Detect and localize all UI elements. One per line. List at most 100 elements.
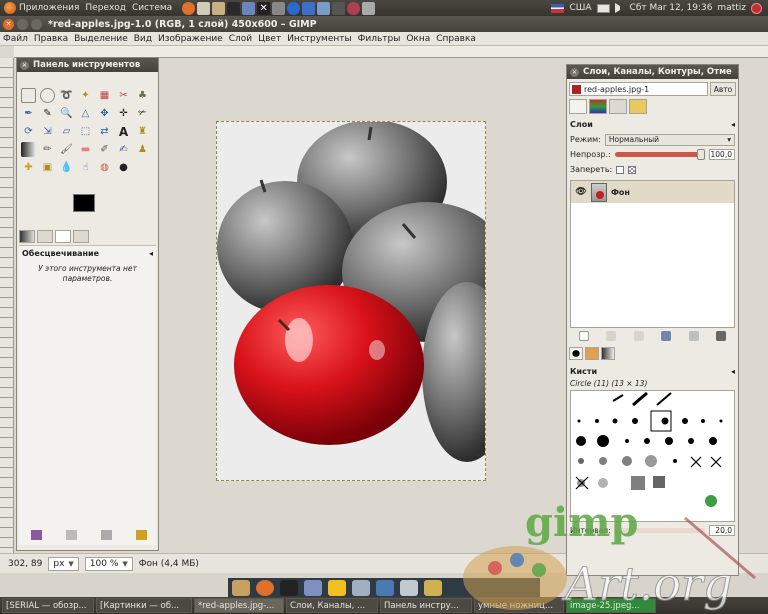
pencil-icon[interactable]: ✏ — [40, 142, 55, 157]
layer-row[interactable]: 👁 Фон — [571, 181, 734, 203]
wine-icon[interactable] — [332, 1, 346, 15]
menu-system[interactable]: Система — [132, 3, 172, 13]
fuzzy-select-icon[interactable]: ✦ — [78, 88, 93, 103]
tab-brushes[interactable] — [569, 347, 583, 360]
lasso-icon[interactable]: ➰ — [59, 88, 74, 103]
firefox-icon[interactable] — [256, 580, 274, 596]
delete-layer-icon[interactable] — [716, 331, 727, 341]
speaker-icon[interactable] — [614, 3, 625, 13]
close-icon[interactable]: ✕ — [3, 18, 14, 30]
restore-options-icon[interactable] — [66, 530, 77, 540]
tab-menu-icon[interactable]: ◂ — [149, 249, 153, 258]
move-icon[interactable]: ✥ — [97, 106, 112, 121]
menu-windows[interactable]: Окна — [403, 34, 433, 44]
text-icon[interactable]: A — [116, 124, 131, 139]
scissors-icon[interactable] — [362, 1, 376, 15]
ellipse-select-icon[interactable] — [40, 88, 55, 103]
menu-layer[interactable]: Слой — [226, 34, 255, 44]
docs-icon[interactable] — [400, 580, 418, 596]
brush-grid[interactable] — [570, 390, 735, 522]
menu-tools[interactable]: Инструменты — [284, 34, 354, 44]
tab-patterns[interactable] — [585, 347, 599, 360]
perspective-icon[interactable]: ⬚ — [78, 124, 93, 139]
clock[interactable]: Сбт Mar 12, 19:36 — [630, 3, 713, 13]
files-icon[interactable] — [232, 580, 250, 596]
unit-select[interactable]: px ▼ — [48, 556, 79, 571]
rect-select-icon[interactable] — [21, 88, 36, 103]
scissors-icon[interactable]: ✂ — [116, 88, 131, 103]
skype-icon[interactable] — [302, 1, 316, 15]
opacity-slider[interactable] — [614, 149, 705, 160]
tab-pointer[interactable] — [73, 230, 89, 243]
terminal-icon[interactable] — [280, 580, 298, 596]
foreground-select-icon[interactable]: ♣ — [135, 88, 150, 103]
tab-gradients[interactable] — [19, 230, 35, 243]
eye-icon[interactable]: 👁 — [575, 187, 587, 197]
tab-layers[interactable] — [569, 99, 587, 114]
zoom-select[interactable]: 100 % ▼ — [84, 556, 133, 571]
rotate-icon[interactable]: ⟳ — [21, 124, 36, 139]
task-item[interactable]: [Картинки — об... — [96, 598, 192, 613]
slider-handle[interactable] — [697, 149, 705, 160]
lock-alpha-checkbox[interactable] — [628, 165, 637, 174]
paths-icon[interactable]: ✒ — [21, 106, 36, 121]
new-layer-icon[interactable] — [578, 331, 589, 341]
task-item[interactable]: [SERIAL — обозр... — [2, 598, 94, 613]
user-name[interactable]: mattiz — [717, 3, 746, 13]
spacing-slider[interactable] — [614, 528, 705, 533]
ink-icon[interactable]: ✍ — [116, 142, 131, 157]
menu-view[interactable]: Вид — [131, 34, 155, 44]
menu-help[interactable]: Справка — [433, 34, 479, 44]
blur-icon[interactable]: 💧 — [59, 160, 74, 175]
menu-applications[interactable]: Приложения — [19, 3, 79, 13]
mail-icon[interactable] — [352, 580, 370, 596]
menu-image[interactable]: Изображение — [155, 34, 226, 44]
monitor-icon[interactable] — [242, 1, 256, 15]
menu-edit[interactable]: Правка — [31, 34, 71, 44]
smudge-icon[interactable]: ☝ — [78, 160, 93, 175]
delete-options-icon[interactable] — [101, 530, 112, 540]
crop-icon[interactable]: ✃ — [135, 106, 150, 121]
blend-icon[interactable] — [21, 142, 36, 157]
close-icon[interactable]: ✕ — [570, 67, 579, 77]
duplicate-layer-icon[interactable] — [661, 331, 672, 341]
color-picker-icon[interactable]: ✎ — [40, 106, 55, 121]
tab-gradients[interactable] — [601, 347, 615, 360]
desaturate-icon[interactable]: ● — [116, 160, 131, 175]
save-options-icon[interactable] — [31, 530, 42, 540]
paintbrush-icon[interactable]: 🖌 — [59, 142, 74, 157]
layer-name[interactable]: Фон — [611, 188, 630, 197]
opacity-input[interactable]: 100,0 — [709, 149, 735, 160]
dodge-burn-icon[interactable]: ◍ — [97, 160, 112, 175]
tab-tool-options[interactable] — [55, 230, 71, 243]
eraser-icon[interactable]: ▬ — [78, 142, 93, 157]
heal-icon[interactable]: ✚ — [21, 160, 36, 175]
lastfm-icon[interactable] — [347, 1, 361, 15]
shear-icon[interactable]: ▱ — [59, 124, 74, 139]
flip-icon[interactable]: ⇄ — [97, 124, 112, 139]
image-select[interactable]: red-apples.jpg-1 — [569, 82, 708, 96]
gear-icon[interactable] — [272, 1, 286, 15]
clone-icon[interactable]: ♟ — [135, 142, 150, 157]
image-viewer-icon[interactable] — [376, 580, 394, 596]
layer-list[interactable]: 👁 Фон — [570, 180, 735, 328]
pidgin-icon[interactable] — [304, 580, 322, 596]
lower-layer-icon[interactable] — [633, 331, 644, 341]
select-by-color-icon[interactable]: ▦ — [97, 88, 112, 103]
folder-icon[interactable] — [424, 580, 442, 596]
menu-filters[interactable]: Фильтры — [355, 34, 404, 44]
tab-patterns[interactable] — [37, 230, 53, 243]
gimp-icon[interactable] — [317, 1, 331, 15]
vertical-ruler[interactable] — [0, 58, 14, 553]
auto-button[interactable]: Авто — [710, 82, 736, 96]
mail-icon[interactable] — [197, 1, 211, 15]
terminal-icon[interactable] — [227, 1, 241, 15]
tab-channels[interactable] — [589, 99, 607, 114]
airbrush-icon[interactable]: ✐ — [97, 142, 112, 157]
raise-layer-icon[interactable] — [606, 331, 617, 341]
mode-select[interactable]: Нормальный ▾ — [604, 133, 735, 146]
task-item[interactable]: Слои, Каналы, ... — [286, 598, 378, 613]
bucket-fill-icon[interactable]: ♜ — [135, 124, 150, 139]
menu-places[interactable]: Переход — [85, 3, 126, 13]
tab-paths[interactable] — [609, 99, 627, 114]
